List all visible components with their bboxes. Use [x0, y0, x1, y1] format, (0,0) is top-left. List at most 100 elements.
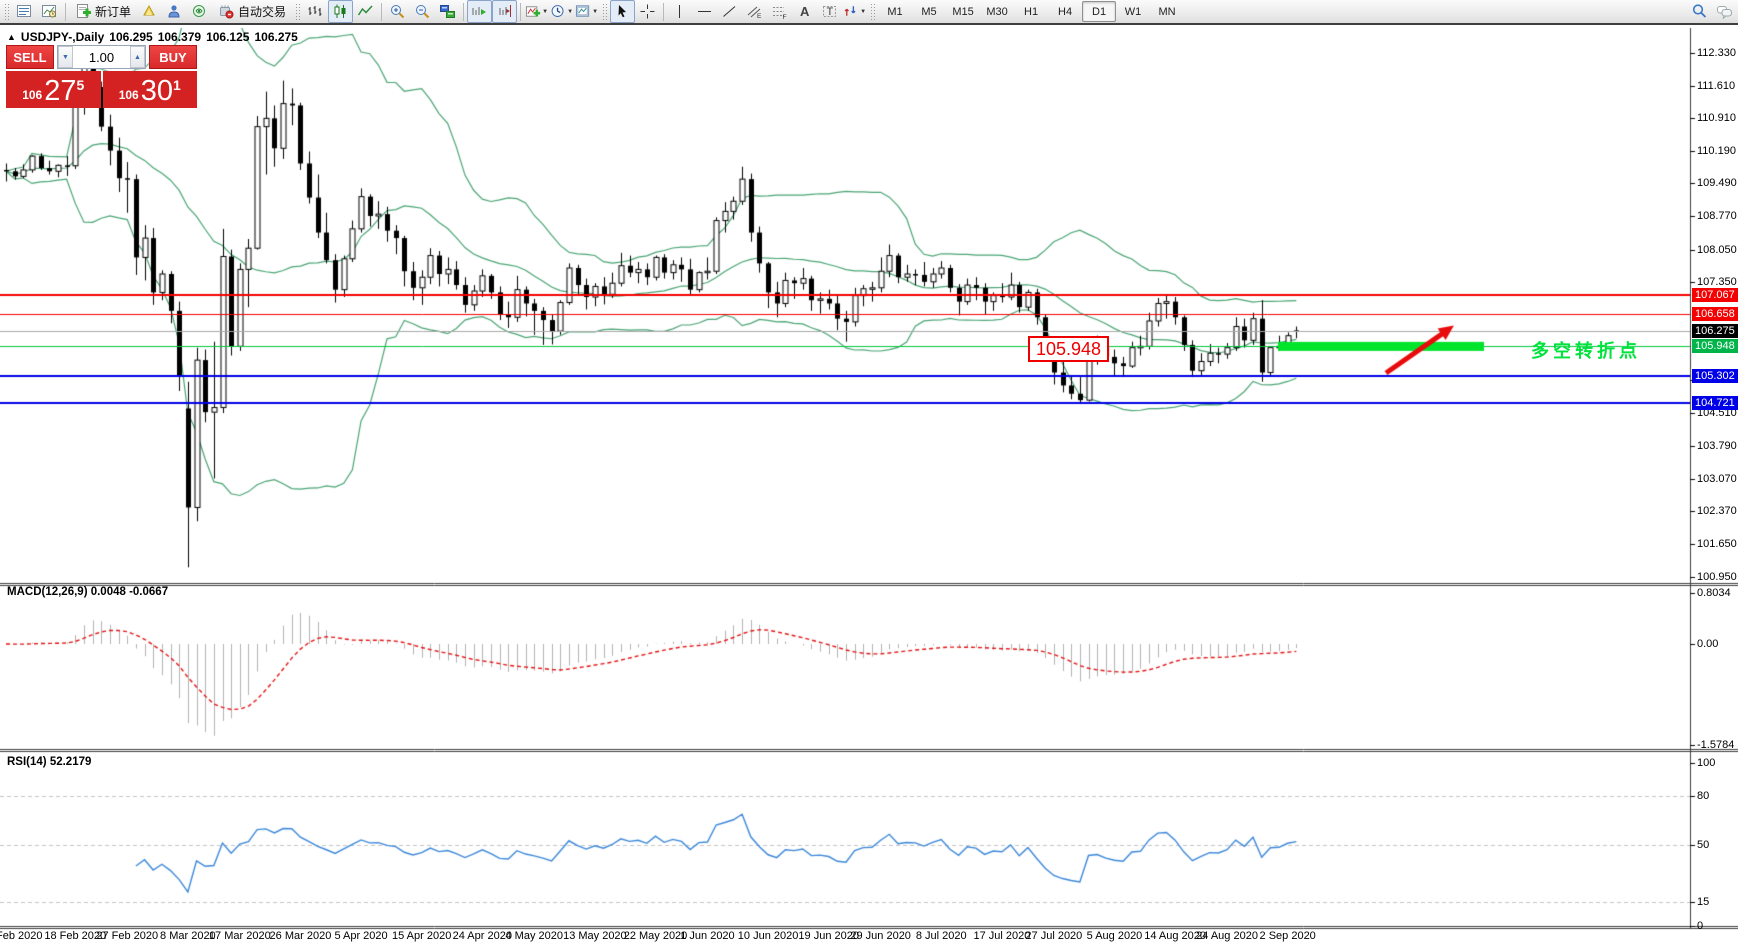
- metaeditor-icon[interactable]: [137, 0, 162, 23]
- new-order-label: 新订单: [95, 3, 131, 20]
- price-tag-106.275: 106.275: [1692, 324, 1738, 338]
- web-terminal-icon[interactable]: [187, 0, 212, 23]
- date-tick: 5 Apr 2020: [334, 930, 387, 942]
- dropdown-caret-icon[interactable]: ▼: [567, 9, 573, 15]
- toolbar-separator: [663, 3, 664, 21]
- chart-canvas[interactable]: [0, 24, 1738, 950]
- ohlc-low: 106.125: [206, 30, 249, 44]
- dropdown-caret-icon[interactable]: ▼: [592, 9, 598, 15]
- svg-text:E: E: [757, 13, 762, 20]
- price-tick-108.050: 108.050: [1697, 243, 1738, 257]
- indicators-icon[interactable]: ▼: [524, 0, 549, 23]
- price-tick-102.370: 102.370: [1697, 504, 1738, 518]
- dropdown-caret-icon[interactable]: ▼: [860, 9, 866, 15]
- timeframe-d1[interactable]: D1: [1082, 1, 1116, 22]
- date-tick: 27 Jul 2020: [1025, 930, 1082, 942]
- new-order-button[interactable]: 新订单: [69, 0, 137, 23]
- chart-shift-icon[interactable]: [492, 0, 517, 23]
- support-price-label[interactable]: 105.948: [1028, 336, 1109, 362]
- tile-windows-icon[interactable]: [435, 0, 460, 23]
- rsi-tick-80: 80: [1697, 789, 1738, 803]
- rsi-label: RSI(14) 52.2179: [7, 756, 91, 768]
- buy-price-big-figure: 106: [119, 88, 139, 102]
- timeframe-m30[interactable]: M30: [980, 1, 1014, 22]
- sell-price-big-figure: 106: [22, 88, 42, 102]
- svg-text:F: F: [783, 14, 787, 20]
- one-click-trade-panel: SELL ▼ ▲ BUY 106 27 5 106 30 1: [6, 45, 197, 108]
- timeframe-m5[interactable]: M5: [912, 1, 946, 22]
- search-icon[interactable]: [1687, 0, 1712, 23]
- volume-increase-icon[interactable]: ▲: [130, 46, 145, 68]
- turning-point-annotation[interactable]: 多空转折点: [1531, 337, 1641, 363]
- timeframe-m15[interactable]: M15: [946, 1, 980, 22]
- date-tick: 4 May 2020: [506, 930, 563, 942]
- date-tick: 15 Apr 2020: [392, 930, 451, 942]
- price-tick-109.490: 109.490: [1697, 176, 1738, 190]
- line-chart-icon[interactable]: [353, 0, 378, 23]
- bar-chart-icon[interactable]: [303, 0, 328, 23]
- data-window-icon[interactable]: [37, 0, 62, 23]
- date-tick: 24 Aug 2020: [1196, 930, 1258, 942]
- vline-icon[interactable]: [667, 0, 692, 23]
- macd-tick-0.00: 0.00: [1697, 637, 1738, 651]
- hline-icon[interactable]: [692, 0, 717, 23]
- text-icon[interactable]: A: [792, 0, 817, 23]
- autotrading-button[interactable]: 自动交易: [212, 0, 292, 23]
- toolbar-separator: [65, 3, 66, 21]
- chart-title: ▲ USDJPY-,Daily 106.295 106.379 106.125 …: [7, 30, 298, 44]
- price-tag-105.302: 105.302: [1692, 369, 1738, 383]
- toolbar-grip: [602, 3, 607, 21]
- symbol-collapse-icon[interactable]: ▲: [7, 32, 16, 42]
- rsi-tick-100: 100: [1697, 756, 1738, 770]
- autoscroll-icon[interactable]: [467, 0, 492, 23]
- market-watch-icon[interactable]: [12, 0, 37, 23]
- chat-icon[interactable]: [1712, 0, 1737, 23]
- rsi-tick-0: 0: [1697, 919, 1738, 933]
- price-tag-106.658: 106.658: [1692, 307, 1738, 321]
- cursor-icon[interactable]: [610, 0, 635, 23]
- doc-plus-icon: [75, 3, 92, 20]
- buy-button[interactable]: BUY: [149, 45, 197, 69]
- periods-icon[interactable]: ▼: [549, 0, 574, 23]
- price-tick-101.650: 101.650: [1697, 537, 1738, 551]
- price-tick-110.190: 110.190: [1697, 144, 1738, 158]
- date-tick: 1 Jun 2020: [680, 930, 734, 942]
- date-tick: 26 Mar 2020: [270, 930, 332, 942]
- timeframe-mn[interactable]: MN: [1150, 1, 1184, 22]
- price-tick-110.910: 110.910: [1697, 111, 1738, 125]
- macd-label: MACD(12,26,9) 0.0048 -0.0667: [7, 586, 168, 598]
- label-icon[interactable]: T: [817, 0, 842, 23]
- sell-button[interactable]: SELL: [6, 45, 54, 69]
- price-tick-111.610: 111.610: [1697, 79, 1738, 93]
- timeframe-w1[interactable]: W1: [1116, 1, 1150, 22]
- zoom-out-icon[interactable]: [410, 0, 435, 23]
- timeframe-m1[interactable]: M1: [878, 1, 912, 22]
- price-tick-103.070: 103.070: [1697, 472, 1738, 486]
- dropdown-caret-icon[interactable]: ▼: [542, 9, 548, 15]
- price-tag-105.948: 105.948: [1692, 339, 1738, 353]
- price-tick-100.950: 100.950: [1697, 570, 1738, 584]
- zoom-in-icon[interactable]: [385, 0, 410, 23]
- main-toolbar: 新订单 自动交易 ▼ ▼ ▼ E FAT ▼ M1M5M15M30H1H4D1W1MN: [0, 0, 1738, 25]
- sell-price[interactable]: 106 27 5: [6, 71, 101, 108]
- symbol-period: USDJPY-,Daily: [21, 30, 104, 44]
- timeframe-h4[interactable]: H4: [1048, 1, 1082, 22]
- channel-icon[interactable]: E: [742, 0, 767, 23]
- date-tick: 24 Apr 2020: [453, 930, 512, 942]
- timeframe-h1[interactable]: H1: [1014, 1, 1048, 22]
- fibonacci-icon[interactable]: F: [767, 0, 792, 23]
- date-tick: 8 Jul 2020: [916, 930, 967, 942]
- rsi-tick-50: 50: [1697, 838, 1738, 852]
- community-icon[interactable]: [162, 0, 187, 23]
- trendline-icon[interactable]: [717, 0, 742, 23]
- arrows-icon[interactable]: ▼: [842, 0, 867, 23]
- toolbar-separator: [381, 3, 382, 21]
- candle-chart-icon[interactable]: [328, 0, 353, 23]
- volume-input[interactable]: [73, 46, 130, 68]
- rsi-tick-15: 15: [1697, 895, 1738, 909]
- crosshair-icon[interactable]: [635, 0, 660, 23]
- volume-decrease-icon[interactable]: ▼: [58, 46, 73, 68]
- date-tick: 5 Aug 2020: [1087, 930, 1143, 942]
- template-icon[interactable]: ▼: [574, 0, 599, 23]
- buy-price[interactable]: 106 30 1: [103, 71, 198, 108]
